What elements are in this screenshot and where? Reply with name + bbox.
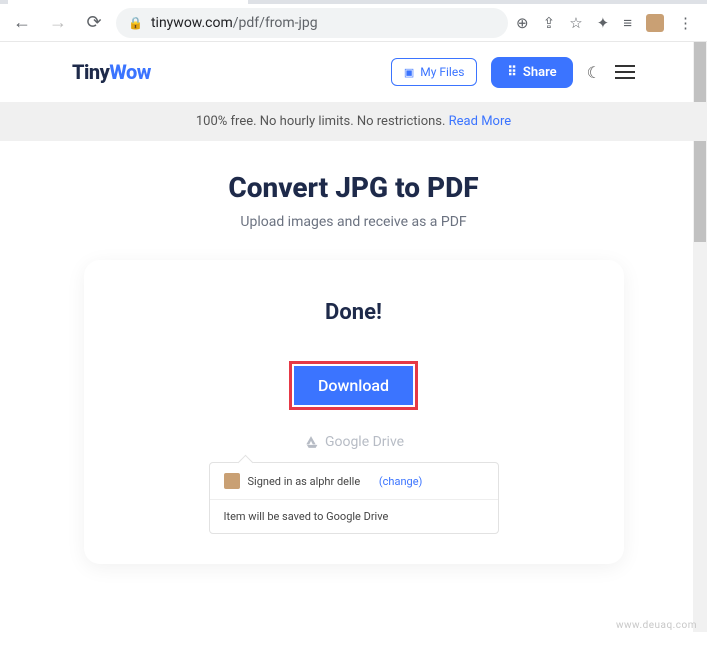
kebab-menu-icon[interactable]: ⋮ — [678, 14, 693, 32]
browser-tabstrip: TI Convert JPG Image(s) to PDF Onl ✕ + ⌄… — [0, 0, 707, 4]
page-subtitle: Upload images and receive as a PDF — [20, 214, 687, 230]
avatar-icon — [224, 473, 240, 489]
menu-icon[interactable] — [615, 65, 635, 79]
status-done: Done! — [114, 300, 594, 325]
change-account-link[interactable]: (change) — [379, 475, 422, 488]
extensions-icon[interactable]: ✦ — [597, 14, 610, 32]
gdrive-icon — [303, 435, 319, 449]
lock-icon: 🔒 — [128, 16, 143, 30]
forward-button: → — [44, 9, 72, 37]
toolbar-actions: ⊕ ⇪ ☆ ✦ ≡ ⋮ — [516, 14, 699, 32]
url-text: tinywow.com/pdf/from-jpg — [151, 15, 318, 31]
watermark: www.deuaq.com — [616, 620, 697, 631]
gdrive-popover: Signed in as alphr delle (change) Item w… — [209, 462, 499, 534]
my-files-button[interactable]: ▣ My Files — [391, 58, 478, 86]
result-card: Done! Download Google Drive Signed in as… — [84, 260, 624, 564]
google-drive-option[interactable]: Google Drive — [114, 434, 594, 450]
share-icon: ⠿ — [507, 65, 517, 80]
page-title: Convert JPG to PDF — [20, 171, 687, 204]
page-content: TinyWow ▣ My Files ⠿ Share ☾ 100% free. … — [0, 42, 707, 605]
address-bar: ← → ⟳ 🔒 tinywow.com/pdf/from-jpg ⊕ ⇪ ☆ ✦… — [0, 4, 707, 42]
site-header: TinyWow ▣ My Files ⠿ Share ☾ — [0, 42, 707, 102]
signed-in-text: Signed in as alphr delle — [248, 475, 361, 488]
back-button[interactable]: ← — [8, 9, 36, 37]
info-banner: 100% free. No hourly limits. No restrict… — [0, 102, 707, 141]
zoom-icon[interactable]: ⊕ — [516, 14, 529, 32]
browser-tab[interactable]: TI Convert JPG Image(s) to PDF Onl ✕ — [8, 0, 248, 4]
reload-button[interactable]: ⟳ — [80, 9, 108, 37]
logo[interactable]: TinyWow — [72, 60, 151, 84]
bookmark-star-icon[interactable]: ☆ — [569, 14, 582, 32]
url-input[interactable]: 🔒 tinywow.com/pdf/from-jpg — [116, 8, 508, 38]
dark-mode-icon[interactable]: ☾ — [587, 63, 601, 82]
download-button[interactable]: Download — [294, 366, 413, 405]
save-note: Item will be saved to Google Drive — [210, 500, 498, 533]
share-page-icon[interactable]: ⇪ — [543, 14, 556, 32]
files-icon: ▣ — [404, 66, 414, 79]
share-button[interactable]: ⠿ Share — [491, 57, 572, 88]
reading-list-icon[interactable]: ≡ — [623, 14, 632, 32]
new-tab-button[interactable]: + — [254, 0, 282, 1]
download-highlight: Download — [289, 361, 418, 410]
read-more-link[interactable]: Read More — [449, 114, 511, 129]
profile-extension-icon[interactable] — [646, 14, 664, 32]
